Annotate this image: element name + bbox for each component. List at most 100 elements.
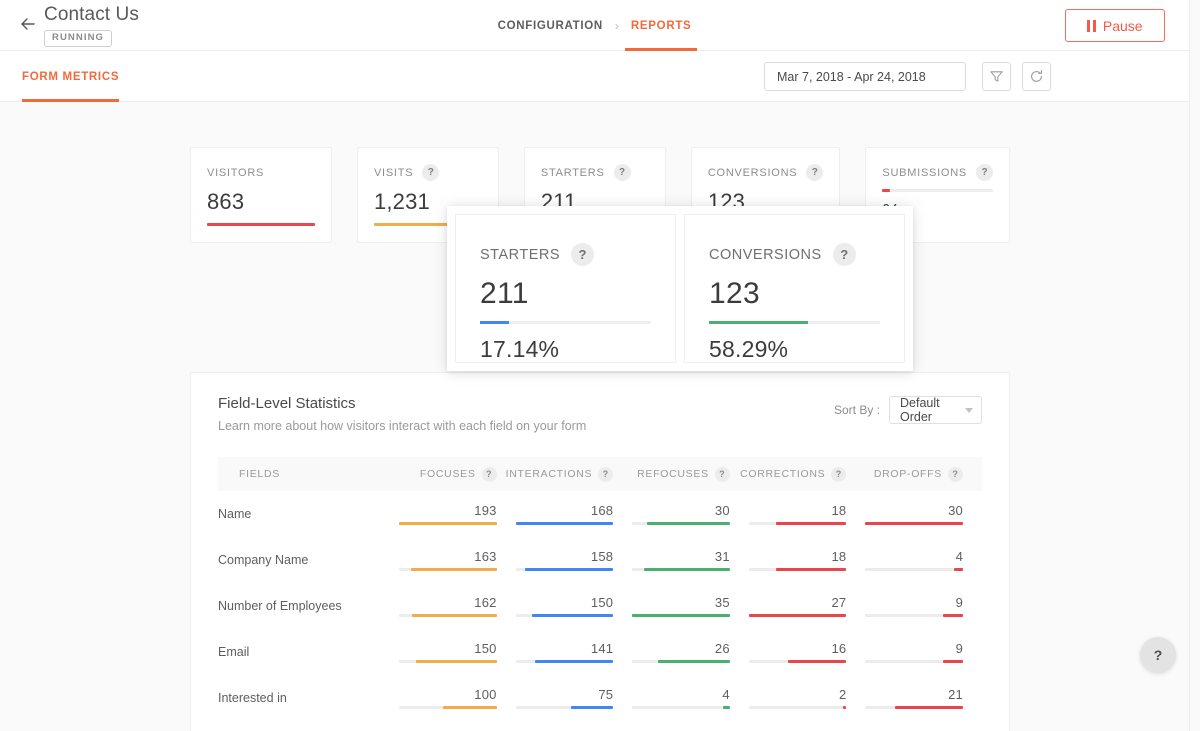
table-cell-metric: 135 xyxy=(516,721,633,731)
overlay-card-starters[interactable]: STARTERS ? 211 17.14% xyxy=(455,214,676,363)
metric-value: 158 xyxy=(516,549,614,564)
metric-bar xyxy=(749,614,847,617)
help-icon[interactable]: ? xyxy=(715,467,730,482)
refresh-icon[interactable] xyxy=(1022,62,1051,91)
table-cell-metric: 14 xyxy=(865,721,982,731)
overlay-card-percent: 17.14% xyxy=(480,336,651,363)
back-arrow-icon[interactable] xyxy=(18,14,38,34)
status-badge: RUNNING xyxy=(44,30,112,47)
column-header-fields: FIELDS xyxy=(218,457,399,491)
table-cell-field-name: Name xyxy=(218,491,399,537)
table-cell-field-name: Comments xyxy=(218,721,399,731)
metric-value: 193 xyxy=(399,503,497,518)
table-cell-metric: 19 xyxy=(632,721,749,731)
table-cell-metric: 163 xyxy=(399,537,516,583)
column-header-label: DROP-OFFS xyxy=(874,468,942,480)
date-range-input[interactable]: Mar 7, 2018 - Apr 24, 2018 xyxy=(764,62,966,91)
help-icon[interactable]: ? xyxy=(614,164,631,181)
metric-value: 18 xyxy=(749,549,847,564)
table-row: Email15014126169 xyxy=(218,629,982,675)
metric-bar xyxy=(399,660,497,663)
help-icon[interactable]: ? xyxy=(422,164,439,181)
metric-bar xyxy=(516,614,614,617)
metric-bar xyxy=(865,522,963,525)
metric-bar xyxy=(749,660,847,663)
breadcrumb-item-reports[interactable]: REPORTS xyxy=(629,0,694,51)
table-cell-metric: 168 xyxy=(516,491,633,537)
help-icon[interactable]: ? xyxy=(598,467,613,482)
help-icon[interactable]: ? xyxy=(482,467,497,482)
metric-value: 100 xyxy=(399,687,497,702)
column-header-label: FOCUSES xyxy=(420,468,476,480)
column-header-label: INTERACTIONS xyxy=(506,468,593,480)
column-header-dropoffs: DROP-OFFS ? xyxy=(865,457,982,491)
help-icon[interactable]: ? xyxy=(976,164,993,181)
help-icon[interactable]: ? xyxy=(831,467,846,482)
table-cell-metric: 9 xyxy=(865,583,982,629)
breadcrumb-item-configuration[interactable]: CONFIGURATION xyxy=(496,0,605,51)
content-area: VISITORS 863 VISITS ? 1,231 STARTERS ? 2… xyxy=(0,102,1189,731)
table-row: Name193168301830 xyxy=(218,491,982,537)
table-body: Name193168301830Company Name16315831184N… xyxy=(218,491,982,731)
overlay-card-value: 123 xyxy=(709,277,880,311)
sort-by-select[interactable]: Default Order xyxy=(889,396,982,424)
column-header-interactions: INTERACTIONS ? xyxy=(516,457,633,491)
metric-value: 30 xyxy=(632,503,730,518)
metric-value: 150 xyxy=(399,641,497,656)
metric-value: 150 xyxy=(516,595,614,610)
table-cell-metric: 35 xyxy=(632,583,749,629)
metric-value: 2 xyxy=(749,687,847,702)
help-icon[interactable]: ? xyxy=(571,243,594,266)
overlay-card-bar xyxy=(709,321,880,324)
table-cell-field-name: Interested in xyxy=(218,675,399,721)
table-row: Company Name16315831184 xyxy=(218,537,982,583)
stat-card-label: VISITORS xyxy=(207,167,264,179)
metric-bar xyxy=(865,660,963,663)
column-header-label: REFOCUSES xyxy=(637,468,709,480)
stat-card-bar xyxy=(207,223,315,226)
table-cell-metric: 150 xyxy=(399,629,516,675)
metric-bar xyxy=(632,522,730,525)
sort-by-value: Default Order xyxy=(900,396,965,424)
overlay-card-conversions[interactable]: CONVERSIONS ? 123 58.29% xyxy=(684,214,905,363)
column-header-focuses: FOCUSES ? xyxy=(399,457,516,491)
help-icon[interactable]: ? xyxy=(948,467,963,482)
metric-bar xyxy=(632,568,730,571)
pause-button[interactable]: Pause xyxy=(1065,9,1165,42)
metric-value: 168 xyxy=(516,503,614,518)
tab-form-metrics[interactable]: FORM METRICS xyxy=(22,51,119,102)
metric-value: 163 xyxy=(399,549,497,564)
stat-card-visitors[interactable]: VISITORS 863 xyxy=(190,147,332,243)
table-cell-metric: 9 xyxy=(865,629,982,675)
help-icon[interactable]: ? xyxy=(806,164,823,181)
filter-icon[interactable] xyxy=(982,62,1011,91)
metric-value: 30 xyxy=(865,503,963,518)
metric-value: 31 xyxy=(632,549,730,564)
table-cell-metric: 17 xyxy=(749,721,866,731)
metric-value: 141 xyxy=(516,641,614,656)
help-icon[interactable]: ? xyxy=(833,243,856,266)
metric-bar xyxy=(749,706,847,709)
stat-card-value: 863 xyxy=(207,189,315,215)
metric-value: 4 xyxy=(865,549,963,564)
metric-bar xyxy=(399,614,497,617)
metric-value: 27 xyxy=(749,595,847,610)
overlay-card-value: 211 xyxy=(480,277,651,311)
table-cell-metric: 21 xyxy=(865,675,982,721)
table-row: Interested in100754221 xyxy=(218,675,982,721)
metric-bar xyxy=(749,522,847,525)
title-block: Contact Us RUNNING xyxy=(44,3,139,47)
table-cell-metric: 4 xyxy=(632,675,749,721)
table-cell-metric: 30 xyxy=(632,491,749,537)
field-level-statistics-panel: Field-Level Statistics Learn more about … xyxy=(190,372,1010,731)
table-cell-metric: 158 xyxy=(516,537,633,583)
table-cell-metric: 30 xyxy=(865,491,982,537)
chevron-right-icon: › xyxy=(615,19,619,33)
help-fab-button[interactable]: ? xyxy=(1140,637,1176,673)
table-cell-metric: 150 xyxy=(516,583,633,629)
metric-value: 162 xyxy=(399,595,497,610)
column-header-label: CORRECTIONS xyxy=(740,468,825,480)
stat-card-label: VISITS xyxy=(374,167,413,179)
field-statistics-table: FIELDS FOCUSES ? INTERACTIONS ? xyxy=(218,457,982,731)
metric-bar xyxy=(749,568,847,571)
